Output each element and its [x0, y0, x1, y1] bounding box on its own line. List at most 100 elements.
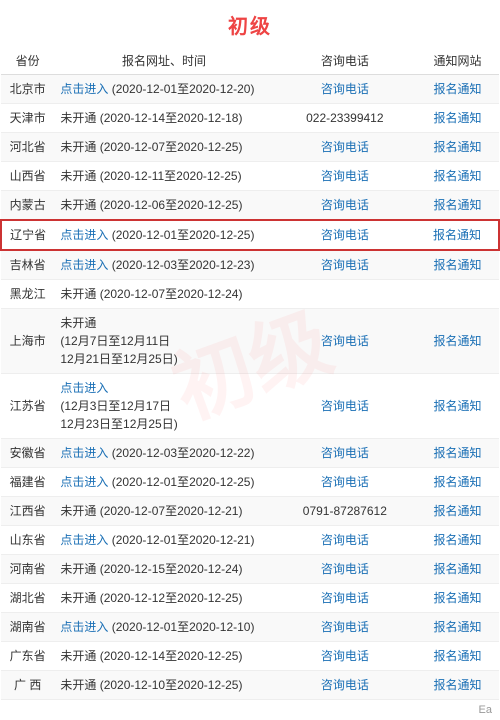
phone-cell: 咨询电话: [274, 75, 416, 104]
notice-cell: [416, 280, 499, 309]
register-time: (2020-12-06至2020-12-25): [96, 198, 242, 212]
register-cell: 未开通 (2020-12-14至2020-12-25): [54, 642, 273, 671]
phone-link[interactable]: 咨询电话: [321, 198, 369, 212]
register-cell: 未开通 (2020-12-07至2020-12-25): [54, 133, 273, 162]
register-link[interactable]: 未开通: [60, 649, 96, 663]
notice-link[interactable]: 报名通知: [433, 649, 481, 663]
province-cell: 天津市: [1, 104, 54, 133]
table-row: 江苏省点击进入(12月3日至12月17日12月23日至12月25日)咨询电话报名…: [1, 374, 499, 439]
register-cell: 未开通(12月7日至12月11日12月21日至12月25日): [54, 309, 273, 374]
register-time: (2020-12-01至2020-12-25): [108, 228, 254, 242]
register-link[interactable]: 点击进入: [60, 446, 108, 460]
phone-link[interactable]: 咨询电话: [321, 620, 369, 634]
register-link[interactable]: 点击进入: [60, 258, 108, 272]
table-row: 江西省未开通 (2020-12-07至2020-12-21)0791-87287…: [1, 497, 499, 526]
province-cell: 黑龙江: [1, 280, 54, 309]
phone-link[interactable]: 咨询电话: [321, 169, 369, 183]
table-row: 山西省未开通 (2020-12-11至2020-12-25)咨询电话报名通知: [1, 162, 499, 191]
phone-link[interactable]: 咨询电话: [321, 399, 369, 413]
register-link[interactable]: 未开通: [60, 591, 96, 605]
notice-link[interactable]: 报名通知: [433, 591, 481, 605]
register-time: (2020-12-01至2020-12-10): [108, 620, 254, 634]
register-time: (2020-12-01至2020-12-21): [108, 533, 254, 547]
phone-link[interactable]: 咨询电话: [321, 446, 369, 460]
register-cell: 点击进入 (2020-12-03至2020-12-23): [54, 250, 273, 280]
phone-cell: 咨询电话: [274, 468, 416, 497]
notice-link[interactable]: 报名通知: [433, 620, 481, 634]
phone-link[interactable]: 咨询电话: [321, 678, 369, 692]
register-link[interactable]: 点击进入: [60, 620, 108, 634]
notice-link[interactable]: 报名通知: [433, 198, 481, 212]
phone-cell: 咨询电话: [274, 220, 416, 250]
notice-cell: 报名通知: [416, 468, 499, 497]
register-link[interactable]: 点击进入: [60, 533, 108, 547]
notice-link[interactable]: 报名通知: [433, 399, 481, 413]
register-cell: 点击进入 (2020-12-01至2020-12-21): [54, 526, 273, 555]
register-time: (12月3日至12月17日: [60, 399, 171, 413]
register-time: (2020-12-11至2020-12-25): [96, 169, 241, 183]
phone-link[interactable]: 咨询电话: [321, 562, 369, 576]
register-link[interactable]: 点击进入: [60, 381, 108, 395]
notice-cell: 报名通知: [416, 497, 499, 526]
phone-link[interactable]: 咨询电话: [321, 475, 369, 489]
notice-cell: 报名通知: [416, 104, 499, 133]
main-table: 省份 报名网址、时间 咨询电话 通知网站 北京市点击进入 (2020-12-01…: [0, 47, 500, 700]
notice-cell: 报名通知: [416, 584, 499, 613]
phone-link[interactable]: 咨询电话: [321, 591, 369, 605]
register-link[interactable]: 未开通: [60, 287, 96, 301]
phone-link[interactable]: 咨询电话: [321, 82, 369, 96]
notice-link[interactable]: 报名通知: [433, 446, 481, 460]
register-link[interactable]: 未开通: [60, 140, 96, 154]
register-link[interactable]: 未开通: [60, 198, 96, 212]
notice-link[interactable]: 报名通知: [433, 475, 481, 489]
notice-link[interactable]: 报名通知: [433, 504, 481, 518]
phone-cell: 咨询电话: [274, 439, 416, 468]
register-link[interactable]: 点击进入: [60, 82, 108, 96]
register-link[interactable]: 未开通: [60, 504, 96, 518]
notice-cell: 报名通知: [416, 642, 499, 671]
phone-link[interactable]: 咨询电话: [321, 258, 369, 272]
notice-cell: 报名通知: [416, 526, 499, 555]
phone-link[interactable]: 咨询电话: [321, 228, 369, 242]
notice-link[interactable]: 报名通知: [433, 169, 481, 183]
notice-cell: 报名通知: [416, 309, 499, 374]
register-time: (2020-12-07至2020-12-25): [96, 140, 242, 154]
register-time: (2020-12-01至2020-12-20): [108, 82, 254, 96]
register-time: (2020-12-07至2020-12-21): [96, 504, 242, 518]
register-link[interactable]: 未开通: [60, 169, 96, 183]
phone-cell: 咨询电话: [274, 642, 416, 671]
table-row: 湖南省点击进入 (2020-12-01至2020-12-10) 咨询电话 报名通知: [1, 613, 499, 642]
phone-cell: 咨询电话: [274, 250, 416, 280]
table-row: 内蒙古未开通 (2020-12-06至2020-12-25)咨询电话报名通知: [1, 191, 499, 221]
notice-link[interactable]: 报名通知: [433, 533, 481, 547]
register-link[interactable]: 未开通: [60, 111, 96, 125]
notice-cell: 报名通知: [416, 555, 499, 584]
register-cell: 点击进入 (2020-12-01至2020-12-10): [54, 613, 273, 642]
notice-link[interactable]: 报名通知: [433, 82, 481, 96]
notice-link[interactable]: 报名通知: [433, 228, 481, 242]
notice-link[interactable]: 报名通知: [433, 334, 481, 348]
register-link[interactable]: 点击进入: [60, 475, 108, 489]
register-link[interactable]: 点击进入: [60, 228, 108, 242]
register-cell: 点击进入 (2020-12-03至2020-12-22): [54, 439, 273, 468]
register-link[interactable]: 未开通: [60, 316, 96, 330]
phone-cell: 咨询电话: [274, 613, 416, 642]
register-link[interactable]: 未开通: [60, 678, 96, 692]
notice-link[interactable]: 报名通知: [433, 258, 481, 272]
register-link[interactable]: 未开通: [60, 562, 96, 576]
notice-cell: 报名通知: [416, 162, 499, 191]
province-cell: 河北省: [1, 133, 54, 162]
phone-link[interactable]: 咨询电话: [321, 334, 369, 348]
table-row: 福建省点击进入 (2020-12-01至2020-12-25)咨询电话报名通知: [1, 468, 499, 497]
notice-link[interactable]: 报名通知: [433, 678, 481, 692]
province-cell: 山东省: [1, 526, 54, 555]
notice-link[interactable]: 报名通知: [433, 111, 481, 125]
notice-cell: 报名通知: [416, 439, 499, 468]
phone-link[interactable]: 咨询电话: [321, 649, 369, 663]
notice-link[interactable]: 报名通知: [433, 140, 481, 154]
province-cell: 湖南省: [1, 613, 54, 642]
notice-link[interactable]: 报名通知: [433, 562, 481, 576]
phone-link[interactable]: 咨询电话: [321, 140, 369, 154]
phone-link[interactable]: 咨询电话: [321, 533, 369, 547]
notice-cell: 报名通知: [416, 613, 499, 642]
